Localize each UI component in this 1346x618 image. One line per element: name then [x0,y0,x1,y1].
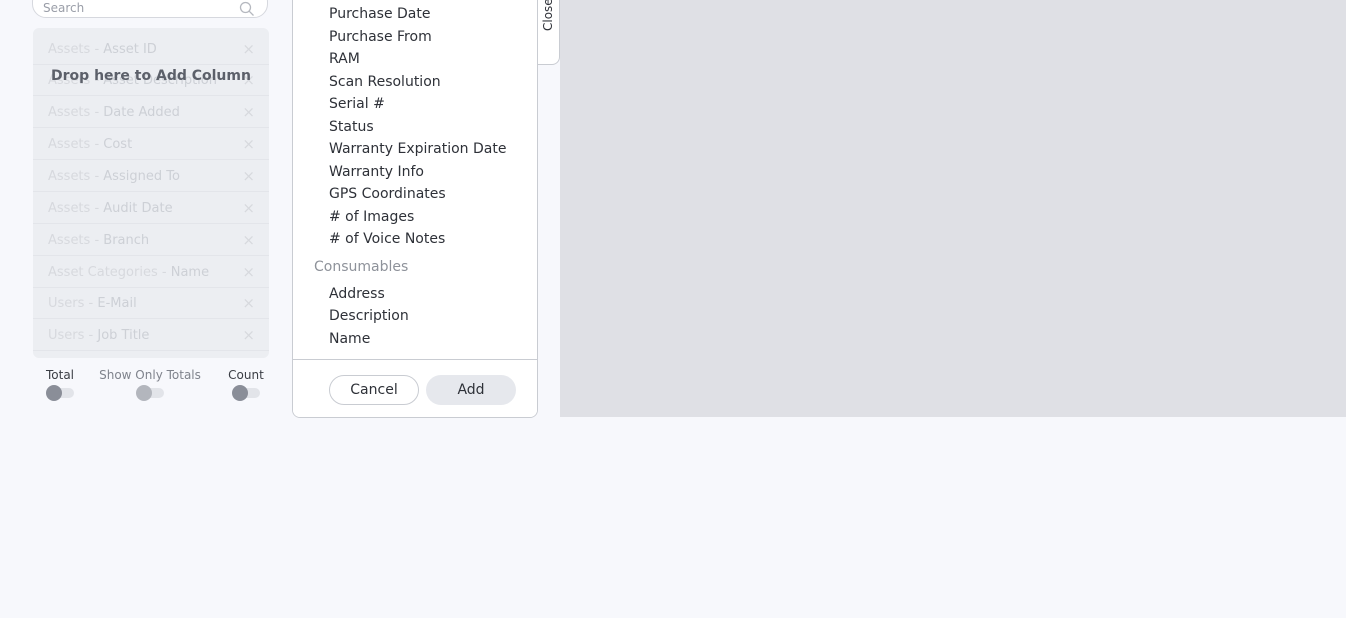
totals-toggle-bar: Total Show Only Totals Count [16,358,292,418]
column-entity: Asset Categories [48,265,158,280]
column-separator: - [90,137,104,152]
field-item-gps-coordinates[interactable]: GPS Coordinates [329,186,446,202]
count-label: Count [228,368,264,382]
close-tab-label: Close [541,0,555,31]
remove-column-icon[interactable]: × [242,326,255,344]
column-field: Job Title [97,328,150,343]
column-field: Audit Date [103,201,173,216]
search-icon[interactable] [239,1,255,17]
column-separator: - [90,105,104,120]
column-row[interactable]: Users - Job Title × [33,320,269,351]
search-input[interactable] [43,0,233,18]
total-toggle[interactable] [46,385,74,401]
field-item-purchase-from[interactable]: Purchase From [329,29,432,45]
remove-column-icon[interactable]: × [242,167,255,185]
field-item-description[interactable]: Description [329,308,409,324]
column-entity: Assets [48,233,91,248]
add-button[interactable]: Add [426,375,516,405]
field-list[interactable]: Purchase Date Purchase From RAM Scan Res… [293,0,537,359]
column-separator: - [90,201,104,216]
panel-footer: Cancel Add [293,359,537,417]
count-toggle-group: Count [224,368,268,401]
drop-here-label: Drop here to Add Column [51,68,251,84]
remove-column-icon[interactable]: × [242,135,255,153]
column-row[interactable]: Assets - Asset ID × [33,34,269,65]
column-field: E-Mail [97,296,137,311]
selected-columns-drop-zone[interactable]: Assets - Asset ID × Assets - Asset Descr… [33,28,269,358]
column-separator: - [90,233,104,248]
group-header-consumables: Consumables [314,259,409,275]
show-only-totals-toggle[interactable] [136,385,164,401]
field-item-scan-resolution[interactable]: Scan Resolution [329,74,441,90]
column-field: Cost [103,137,133,152]
column-field: Name [170,265,210,280]
show-only-totals-label: Show Only Totals [99,368,201,382]
remove-column-icon[interactable]: × [242,40,255,58]
field-item-warranty-info[interactable]: Warranty Info [329,164,424,180]
column-row[interactable]: Assets - Date Added × [33,97,269,128]
field-item-status[interactable]: Status [329,119,374,135]
column-separator: - [84,296,98,311]
column-row[interactable]: Assets - Assigned To × [33,161,269,192]
toggle-knob [232,385,248,401]
column-separator: - [157,265,171,280]
remove-column-icon[interactable]: × [242,199,255,217]
total-toggle-group: Total [38,368,82,401]
toggle-knob [136,385,152,401]
field-item-number-of-images[interactable]: # of Images [329,209,414,225]
field-item-address[interactable]: Address [329,286,385,302]
search-box [32,0,268,18]
column-entity: Assets [48,137,91,152]
report-preview-area [560,0,1346,417]
total-label: Total [45,368,75,382]
cancel-button[interactable]: Cancel [329,375,419,405]
field-item-warranty-expiration-date[interactable]: Warranty Expiration Date [329,141,506,157]
column-entity: Users [48,296,85,311]
column-separator: - [84,328,98,343]
column-row[interactable]: Assets - Branch × [33,225,269,256]
toggle-knob [46,385,62,401]
available-fields-panel: Purchase Date Purchase From RAM Scan Res… [292,0,538,418]
column-entity: Assets [48,201,91,216]
count-toggle[interactable] [232,385,260,401]
column-row[interactable]: Asset Categories - Name × [33,257,269,288]
column-field: Assigned To [103,169,180,184]
column-entity: Users [48,328,85,343]
column-entity: Assets [48,105,91,120]
column-field: Branch [103,233,150,248]
remove-column-icon[interactable]: × [242,263,255,281]
column-row[interactable]: Users - E-Mail × [33,288,269,319]
column-entity: Assets [48,169,91,184]
show-only-totals-toggle-group: Show Only Totals [98,368,202,401]
remove-column-icon[interactable]: × [242,294,255,312]
field-item-number-of-voice-notes[interactable]: # of Voice Notes [329,231,445,247]
column-field: Asset ID [103,42,157,57]
remove-column-icon[interactable]: × [242,231,255,249]
field-item-ram[interactable]: RAM [329,51,360,67]
column-separator: - [90,42,104,57]
field-item-serial[interactable]: Serial # [329,96,385,112]
column-row[interactable]: Assets - Cost × [33,129,269,160]
column-entity: Assets [48,42,91,57]
column-separator: - [90,169,104,184]
field-item-purchase-date[interactable]: Purchase Date [329,6,431,22]
column-row[interactable]: Assets - Audit Date × [33,193,269,224]
field-item-name[interactable]: Name [329,331,370,347]
close-panel-tab[interactable]: Close [538,0,560,65]
remove-column-icon[interactable]: × [242,103,255,121]
column-field: Date Added [103,105,180,120]
column-builder-panel: Assets - Asset ID × Assets - Asset Descr… [16,0,292,418]
